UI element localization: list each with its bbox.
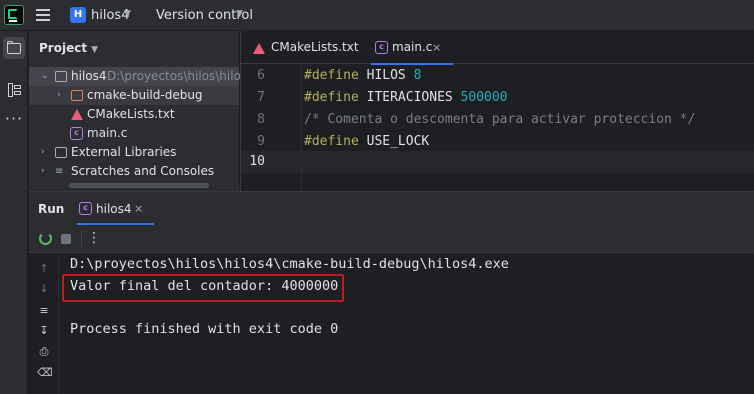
chevron-right-icon[interactable]: › (41, 143, 45, 162)
tab-label: main.c (392, 40, 433, 54)
chevron-down-icon[interactable]: ▼ (124, 9, 131, 19)
rerun-icon[interactable] (39, 232, 52, 245)
line-number: 9 (257, 134, 265, 149)
toolbar-separator (81, 231, 82, 247)
comment: /* Comenta o descomenta para activar pro… (304, 112, 696, 127)
current-line-highlight (241, 151, 754, 173)
project-tool-icon[interactable] (3, 37, 25, 59)
chevron-right-icon[interactable]: › (57, 86, 61, 105)
gutter-separator (301, 65, 302, 191)
code-line[interactable]: #define ITERACIONES 500000 (304, 87, 508, 109)
editor-tabs: CMakeLists.txt c main.c × (241, 31, 754, 65)
identifier: USE_LOCK (366, 134, 430, 149)
run-panel-header: Run c hilos4 × (29, 192, 754, 225)
more-tools-icon[interactable]: ··· (3, 109, 25, 131)
library-icon (55, 147, 67, 158)
main-menu-icon[interactable] (36, 9, 50, 21)
run-panel-title: Run (38, 202, 65, 216)
keyword: #define (304, 90, 359, 105)
tree-item-label: cmake-build-debug (87, 88, 203, 102)
title-bar: H hilos4 ▼ Version control ▼ (0, 0, 754, 31)
run-tab-label: hilos4 (96, 202, 132, 216)
chevron-right-icon[interactable]: › (41, 162, 45, 181)
horizontal-scrollbar[interactable] (69, 183, 209, 188)
console-line: D:\proyectos\hilos\hilos4\cmake-build-de… (70, 256, 509, 272)
tree-item-hilos4[interactable]: ⌄ hilos4 D:\proyectos\hilos\hilos4 (29, 67, 255, 86)
tab-cmakelists[interactable]: CMakeLists.txt (253, 31, 359, 64)
tree-item-label: CMakeLists.txt (87, 107, 175, 121)
c-file-icon: c (70, 127, 83, 140)
close-icon[interactable]: × (432, 31, 441, 64)
line-number: 7 (257, 90, 265, 105)
tab-label: CMakeLists.txt (271, 40, 359, 54)
project-panel-header[interactable]: Project ▼ (39, 41, 98, 55)
module-folder-icon (55, 71, 67, 82)
c-file-icon: c (375, 41, 388, 54)
chevron-down-icon[interactable]: ▼ (236, 9, 243, 19)
cmake-file-icon (71, 109, 83, 120)
tree-item-scratches[interactable]: › ≡ Scratches and Consoles (29, 162, 239, 181)
highlight-annotation-box (62, 274, 344, 302)
more-options-icon[interactable]: ⋮ (87, 229, 101, 247)
scroll-up-icon[interactable]: ↑ (37, 262, 51, 276)
keyword: #define (304, 134, 359, 149)
chevron-down-icon[interactable]: ⌄ (41, 67, 49, 86)
chevron-down-icon[interactable]: ▼ (91, 45, 98, 55)
number-literal: 8 (413, 68, 422, 83)
tree-item-external-libraries[interactable]: › External Libraries (29, 143, 239, 162)
stop-icon[interactable] (61, 234, 71, 244)
editor: CMakeLists.txt c main.c × 6 #define HILO… (240, 31, 754, 191)
line-number: 6 (257, 68, 265, 83)
tree-item-label: main.c (87, 126, 128, 140)
c-file-icon: c (79, 202, 92, 215)
tab-main-c[interactable]: c main.c × (371, 31, 453, 65)
tree-item-main-c[interactable]: c main.c (29, 124, 239, 143)
project-panel: Project ▼ ⌄ hilos4 D:\proyectos\hilos\hil… (29, 31, 267, 191)
close-icon[interactable]: × (134, 202, 143, 215)
soft-wrap-icon[interactable]: ≡ (37, 304, 51, 318)
project-badge[interactable]: H (70, 7, 86, 23)
clear-all-icon[interactable]: ⌫ (37, 366, 53, 380)
print-icon[interactable]: ⎙ (37, 345, 51, 359)
structure-tool-icon[interactable] (3, 79, 25, 101)
code-line[interactable]: #define USE_LOCK (304, 131, 429, 153)
console-line: Process finished with exit code 0 (70, 321, 339, 337)
scratches-icon: ≡ (55, 166, 64, 177)
clion-logo-icon[interactable] (4, 5, 24, 25)
run-toolbar: ⋮ (29, 225, 754, 253)
identifier: ITERACIONES (366, 90, 453, 105)
tree-item-cmakelists[interactable]: CMakeLists.txt (29, 105, 239, 124)
tool-window-strip: ··· (0, 31, 28, 394)
run-panel: Run c hilos4 × ⋮ ↑ ↓ ≡ ↧ ⎙ ⌫ D:\proyecto… (29, 191, 754, 394)
tree-item-label: Scratches and Consoles (71, 164, 215, 178)
tree-item-path: D:\proyectos\hilos\hilos4 (107, 69, 255, 83)
code-line[interactable]: /* Comenta o descomenta para activar pro… (304, 109, 695, 131)
tree-item-label: External Libraries (71, 145, 177, 159)
identifier: HILOS (366, 68, 406, 83)
line-number: 10 (249, 154, 265, 169)
scroll-down-icon[interactable]: ↓ (37, 282, 51, 296)
line-number: 8 (257, 112, 265, 127)
tree-item-cmake-build-debug[interactable]: › cmake-build-debug (29, 86, 239, 105)
console-side-toolbar: ↑ ↓ ≡ ↧ ⎙ ⌫ (29, 254, 59, 394)
code-line[interactable]: #define HILOS 8 (304, 65, 421, 87)
keyword: #define (304, 68, 359, 83)
run-tab-hilos4[interactable]: c hilos4 × (77, 192, 154, 225)
tree-item-label: hilos4 (71, 69, 107, 83)
scroll-to-end-icon[interactable]: ↧ (37, 324, 51, 338)
folder-icon (71, 90, 83, 101)
cmake-file-icon (253, 43, 265, 54)
number-literal: 500000 (460, 90, 508, 105)
project-panel-title: Project (39, 41, 88, 55)
